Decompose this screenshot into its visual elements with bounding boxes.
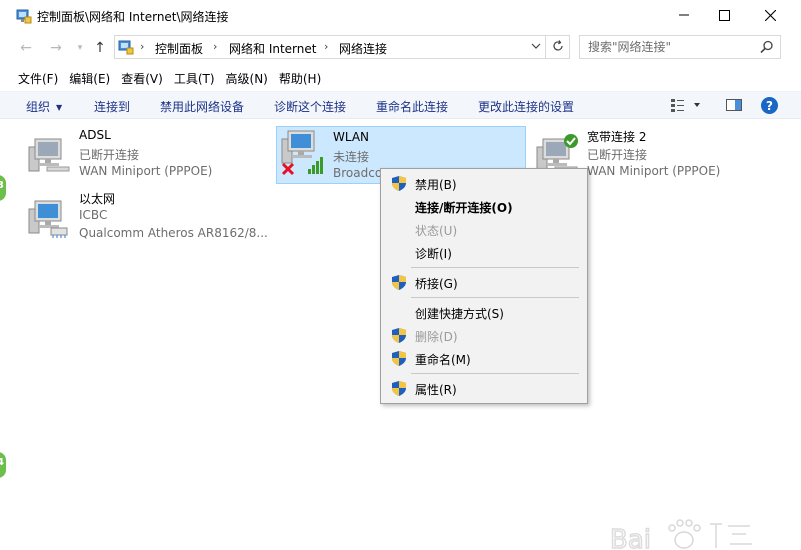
baidu-watermark-logo: Bai [609,514,760,550]
refresh-icon [552,39,564,55]
connection-status: ICBC [79,208,108,222]
breadcrumb-network-connections[interactable]: 网络连接 [339,40,387,57]
ctx-label: 桥接(G) [415,277,458,291]
ctx-label: 属性(R) [415,383,457,397]
organize-button[interactable]: 组织 ▼ [26,98,62,115]
address-bar[interactable]: › 控制面板 › 网络和 Internet › 网络连接 [114,35,546,59]
uac-shield-icon [392,351,406,369]
ctx-label: 重命名(M) [415,353,471,367]
connection-item-adsl[interactable]: ADSL 已断开连接 WAN Miniport (PPPOE) [23,125,273,185]
arrow-right-icon: → [50,40,62,56]
menu-edit[interactable]: 编辑(E) [64,66,115,90]
search-box[interactable] [579,35,781,59]
ctx-disable[interactable]: 禁用(B) [381,172,587,194]
network-folder-icon [16,8,32,24]
connection-name: ADSL [79,128,111,142]
chevron-right-icon: › [324,40,329,53]
menu-tools[interactable]: 工具(T) [169,66,220,90]
maximize-icon [718,9,730,21]
chevron-right-icon: › [140,40,145,53]
menu-advanced[interactable]: 高级(N) [221,66,273,90]
computer-network-icon [27,133,71,177]
ctx-properties[interactable]: 属性(R) [381,377,587,399]
search-icon[interactable] [760,40,774,57]
preview-pane-button[interactable] [726,97,742,116]
uac-shield-icon [392,176,406,194]
menu-view[interactable]: 查看(V) [116,66,168,90]
change-settings-button[interactable]: 更改此连接的设置 [478,98,574,115]
forward-button[interactable]: → [46,38,66,58]
ctx-separator [411,267,579,268]
ctx-bridge[interactable]: 桥接(G) [381,271,587,293]
uac-shield-icon [392,328,406,346]
help-button[interactable]: ? [761,97,778,114]
ctx-label: 删除(D) [415,330,458,344]
ctx-delete[interactable]: 删除(D) [381,324,587,346]
svg-text:Bai: Bai [610,525,651,550]
chevron-down-icon: ▾ [77,43,83,53]
close-icon [764,9,776,21]
window-title: 控制面板\网络和 Internet\网络连接 [37,10,229,24]
organize-label: 组织 [26,100,51,114]
view-list-icon [670,99,700,116]
close-button[interactable] [747,0,793,30]
wireless-computer-icon [280,129,324,176]
menu-file[interactable]: 文件(F) [13,66,63,90]
title-bar: 控制面板\网络和 Internet\网络连接 [0,0,801,32]
refresh-button[interactable] [546,35,570,59]
ctx-label: 禁用(B) [415,178,457,192]
connection-name: WLAN [333,130,370,144]
ctx-rename[interactable]: 重命名(M) [381,347,587,369]
menu-bar: 文件(F) 编辑(E) 查看(V) 工具(T) 高级(N) 帮助(H) [0,66,801,90]
breadcrumb-network-internet[interactable]: 网络和 Internet [229,40,316,57]
recent-locations-button[interactable]: ▾ [70,38,90,58]
diagnose-button[interactable]: 诊断这个连接 [274,98,346,115]
command-bar: 组织 ▼ 连接到 禁用此网络设备 诊断这个连接 重命名此连接 更改此连接的设置 ? [0,91,801,119]
connection-device: WAN Miniport (PPPOE) [587,164,721,178]
rename-button[interactable]: 重命名此连接 [376,98,448,115]
ctx-status[interactable]: 状态(U) [381,218,587,240]
connection-name: 以太网 [79,192,116,206]
maximize-button[interactable] [701,0,747,30]
back-button[interactable]: ← [16,38,36,58]
ethernet-computer-icon [27,195,71,239]
connection-name: 宽带连接 2 [587,130,647,144]
ctx-label: 连接/断开连接(O) [415,201,513,215]
context-menu: 禁用(B) 连接/断开连接(O) 状态(U) 诊断(I) 桥接(G) 创建快捷方… [380,168,588,404]
connection-device: WAN Miniport (PPPOE) [79,164,213,178]
change-view-button[interactable] [670,97,700,116]
uac-shield-icon [392,275,406,293]
up-button[interactable]: ↑ [90,38,110,58]
connection-status: 未连接 [333,150,370,164]
ctx-diagnose[interactable]: 诊断(I) [381,241,587,263]
connection-device: Qualcomm Atheros AR8162/8... [79,226,268,240]
help-icon: ? [766,98,773,113]
connection-item-ethernet[interactable]: 以太网 ICBC Qualcomm Atheros AR8162/8... [23,187,273,247]
ctx-separator [411,373,579,374]
arrow-up-icon: ↑ [94,40,106,56]
control-panel-icon [118,39,134,55]
breadcrumb-control-panel[interactable]: 控制面板 [155,40,203,57]
caret-down-icon: ▼ [56,103,63,112]
chevron-right-icon: › [213,40,218,53]
ctx-label: 状态(U) [415,224,458,238]
ctx-separator [411,297,579,298]
ctx-create-shortcut[interactable]: 创建快捷方式(S) [381,301,587,323]
arrow-left-icon: ← [20,40,32,56]
preview-pane-icon [726,99,742,116]
disable-device-button[interactable]: 禁用此网络设备 [160,98,244,115]
ctx-connect-disconnect[interactable]: 连接/断开连接(O) [381,195,587,217]
uac-shield-icon [392,381,406,399]
ctx-label: 诊断(I) [415,247,452,261]
connection-status: 已断开连接 [587,148,648,162]
search-input[interactable] [580,36,755,58]
address-dropdown-icon[interactable] [531,40,541,54]
menu-help[interactable]: 帮助(H) [274,66,326,90]
address-row: ← → ▾ ↑ › 控制面板 › 网络和 Internet › 网络连接 [0,34,801,62]
minimize-icon [679,10,689,20]
connection-status: 已断开连接 [79,148,140,162]
ctx-label: 创建快捷方式(S) [415,307,504,321]
connect-to-button[interactable]: 连接到 [94,98,130,115]
